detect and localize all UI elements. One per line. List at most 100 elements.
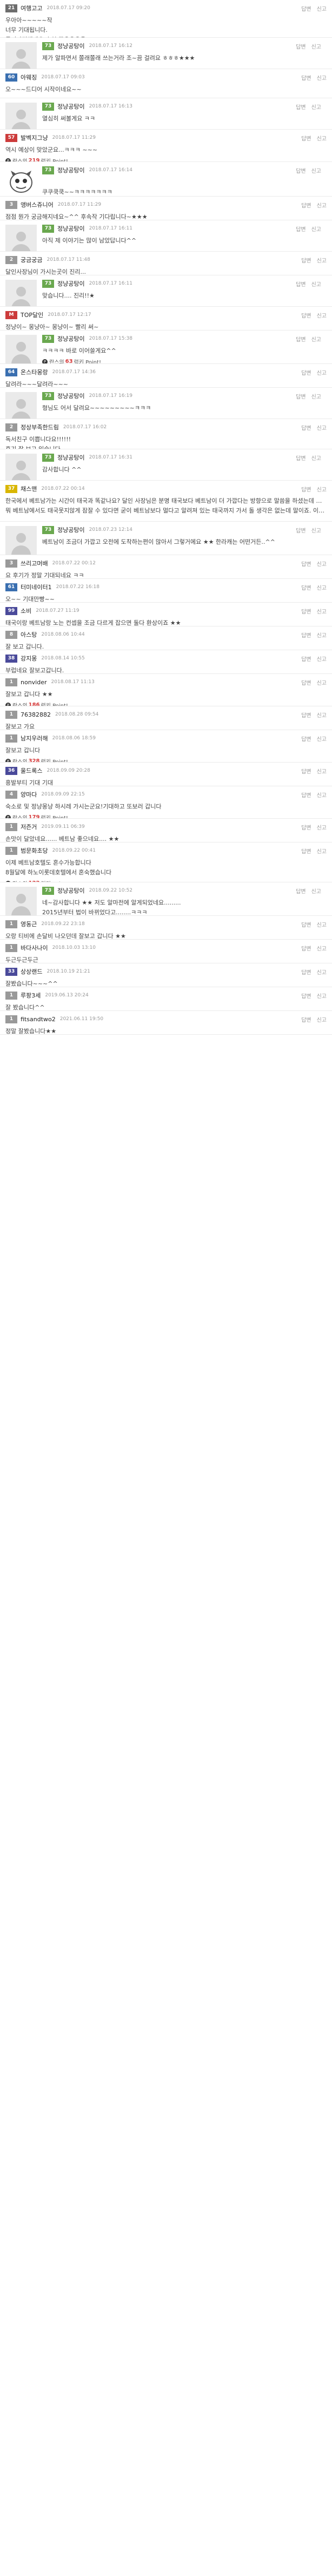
report-button[interactable]: 신고 (317, 769, 327, 775)
author-name[interactable]: fitsandtwo2 (21, 1016, 56, 1023)
report-button[interactable]: 신고 (317, 946, 327, 952)
report-button[interactable]: 신고 (311, 394, 321, 400)
reply-button[interactable]: 답변 (301, 713, 311, 719)
reply-button[interactable]: 답변 (296, 282, 306, 288)
reply-button[interactable]: 답변 (301, 922, 311, 928)
author-name[interactable]: nonvider (21, 679, 47, 686)
reply-button[interactable]: 답변 (301, 825, 311, 831)
author-name[interactable]: 남지우러해 (21, 734, 48, 743)
author-name[interactable]: 아스탕 (21, 630, 37, 639)
report-button[interactable]: 신고 (317, 713, 327, 719)
reply-button[interactable]: 답변 (301, 6, 311, 12)
reply-button[interactable]: 답변 (296, 528, 306, 534)
author-name[interactable]: 채스맨 (21, 484, 37, 493)
report-button[interactable]: 신고 (311, 105, 321, 111)
reply-button[interactable]: 답변 (301, 793, 311, 799)
report-button[interactable]: 신고 (317, 258, 327, 264)
reply-button[interactable]: 답변 (301, 487, 311, 493)
reply-button[interactable]: 답변 (301, 370, 311, 376)
report-button[interactable]: 신고 (311, 456, 321, 462)
author-name[interactable]: 발벡지그냥 (21, 133, 48, 142)
report-button[interactable]: 신고 (317, 1017, 327, 1023)
author-name[interactable]: 정냥공탕이 (57, 525, 85, 534)
report-button[interactable]: 신고 (317, 313, 327, 319)
reply-button[interactable]: 답변 (301, 680, 311, 686)
report-button[interactable]: 신고 (311, 227, 321, 233)
reply-button[interactable]: 답변 (301, 737, 311, 743)
reply-button[interactable]: 답변 (296, 394, 306, 400)
report-button[interactable]: 신고 (317, 76, 327, 82)
report-button[interactable]: 신고 (317, 793, 327, 799)
author-name[interactable]: 정냥공탕이 (57, 224, 85, 233)
author-name[interactable]: 상상랜드 (21, 967, 42, 976)
report-button[interactable]: 신고 (317, 849, 327, 855)
report-button[interactable]: 신고 (317, 585, 327, 591)
author-name[interactable]: 저즌거 (21, 822, 37, 831)
author-name[interactable]: 온스타몽랑 (21, 368, 48, 376)
reply-button[interactable]: 답변 (296, 337, 306, 343)
reply-button[interactable]: 답변 (301, 562, 311, 568)
reply-button[interactable]: 답변 (301, 609, 311, 615)
reply-button[interactable]: 답변 (296, 105, 306, 111)
author-name[interactable]: 강지몽 (21, 654, 37, 663)
author-name[interactable]: 정냥공탕이 (57, 392, 85, 400)
report-button[interactable]: 신고 (317, 922, 327, 928)
author-name[interactable]: 아웨징 (21, 73, 37, 82)
author-name[interactable]: 소비 (21, 606, 31, 615)
author-name[interactable]: 쓰리고머배 (21, 559, 48, 568)
reply-button[interactable]: 답변 (301, 585, 311, 591)
author-name[interactable]: 정냥공탕이 (57, 42, 85, 50)
author-name[interactable]: 정냥공탕이 (57, 279, 85, 288)
author-name[interactable]: 울드록스 (21, 766, 42, 775)
author-name[interactable]: 정냥공탕이 (57, 102, 85, 111)
report-button[interactable]: 신고 (311, 168, 321, 174)
report-button[interactable]: 신고 (311, 528, 321, 534)
reply-button[interactable]: 답변 (301, 849, 311, 855)
reply-button[interactable]: 답변 (301, 769, 311, 775)
reply-button[interactable]: 답변 (301, 970, 311, 976)
reply-button[interactable]: 답변 (296, 889, 306, 895)
reply-button[interactable]: 답변 (301, 76, 311, 82)
author-name[interactable]: 정냥공탕이 (57, 453, 85, 462)
author-name[interactable]: 정냥공탕이 (57, 166, 85, 174)
report-button[interactable]: 신고 (317, 203, 327, 209)
author-name[interactable]: TOP달인 (21, 311, 43, 319)
report-button[interactable]: 신고 (317, 370, 327, 376)
author-name[interactable]: 정냥공탕이 (57, 334, 85, 343)
author-name[interactable]: 양마다 (21, 790, 37, 799)
reply-button[interactable]: 답변 (296, 456, 306, 462)
report-button[interactable]: 신고 (311, 282, 321, 288)
reply-button[interactable]: 답변 (301, 203, 311, 209)
author-name[interactable]: 궁금궁금 (21, 255, 42, 264)
author-name[interactable]: 바다사나이 (21, 943, 48, 952)
reply-button[interactable]: 답변 (301, 633, 311, 639)
author-name[interactable]: 앵버스쥬니어 (21, 200, 54, 209)
author-name[interactable]: 정상부족한드림 (21, 423, 59, 431)
reply-button[interactable]: 답변 (301, 313, 311, 319)
reply-button[interactable]: 답변 (301, 136, 311, 142)
report-button[interactable]: 신고 (317, 6, 327, 12)
reply-button[interactable]: 답변 (296, 227, 306, 233)
report-button[interactable]: 신고 (317, 657, 327, 663)
reply-button[interactable]: 답변 (301, 258, 311, 264)
report-button[interactable]: 신고 (317, 562, 327, 568)
report-button[interactable]: 신고 (311, 337, 321, 343)
report-button[interactable]: 신고 (317, 426, 327, 431)
author-name[interactable]: 터미네이터1 (21, 583, 52, 591)
report-button[interactable]: 신고 (317, 680, 327, 686)
report-button[interactable]: 신고 (317, 136, 327, 142)
report-button[interactable]: 신고 (317, 633, 327, 639)
report-button[interactable]: 신고 (317, 970, 327, 976)
reply-button[interactable]: 답변 (301, 657, 311, 663)
reply-button[interactable]: 답변 (301, 426, 311, 431)
reply-button[interactable]: 답변 (301, 1017, 311, 1023)
report-button[interactable]: 신고 (311, 44, 321, 50)
author-name[interactable]: 범문화초당 (21, 846, 48, 855)
author-name[interactable]: 76382882 (21, 711, 51, 718)
author-name[interactable]: 정냥공탕이 (57, 886, 85, 895)
report-button[interactable]: 신고 (311, 889, 321, 895)
author-name[interactable]: 루팡3세 (21, 991, 41, 1000)
author-name[interactable]: 영동근 (21, 920, 37, 928)
reply-button[interactable]: 답변 (301, 994, 311, 1000)
report-button[interactable]: 신고 (317, 825, 327, 831)
